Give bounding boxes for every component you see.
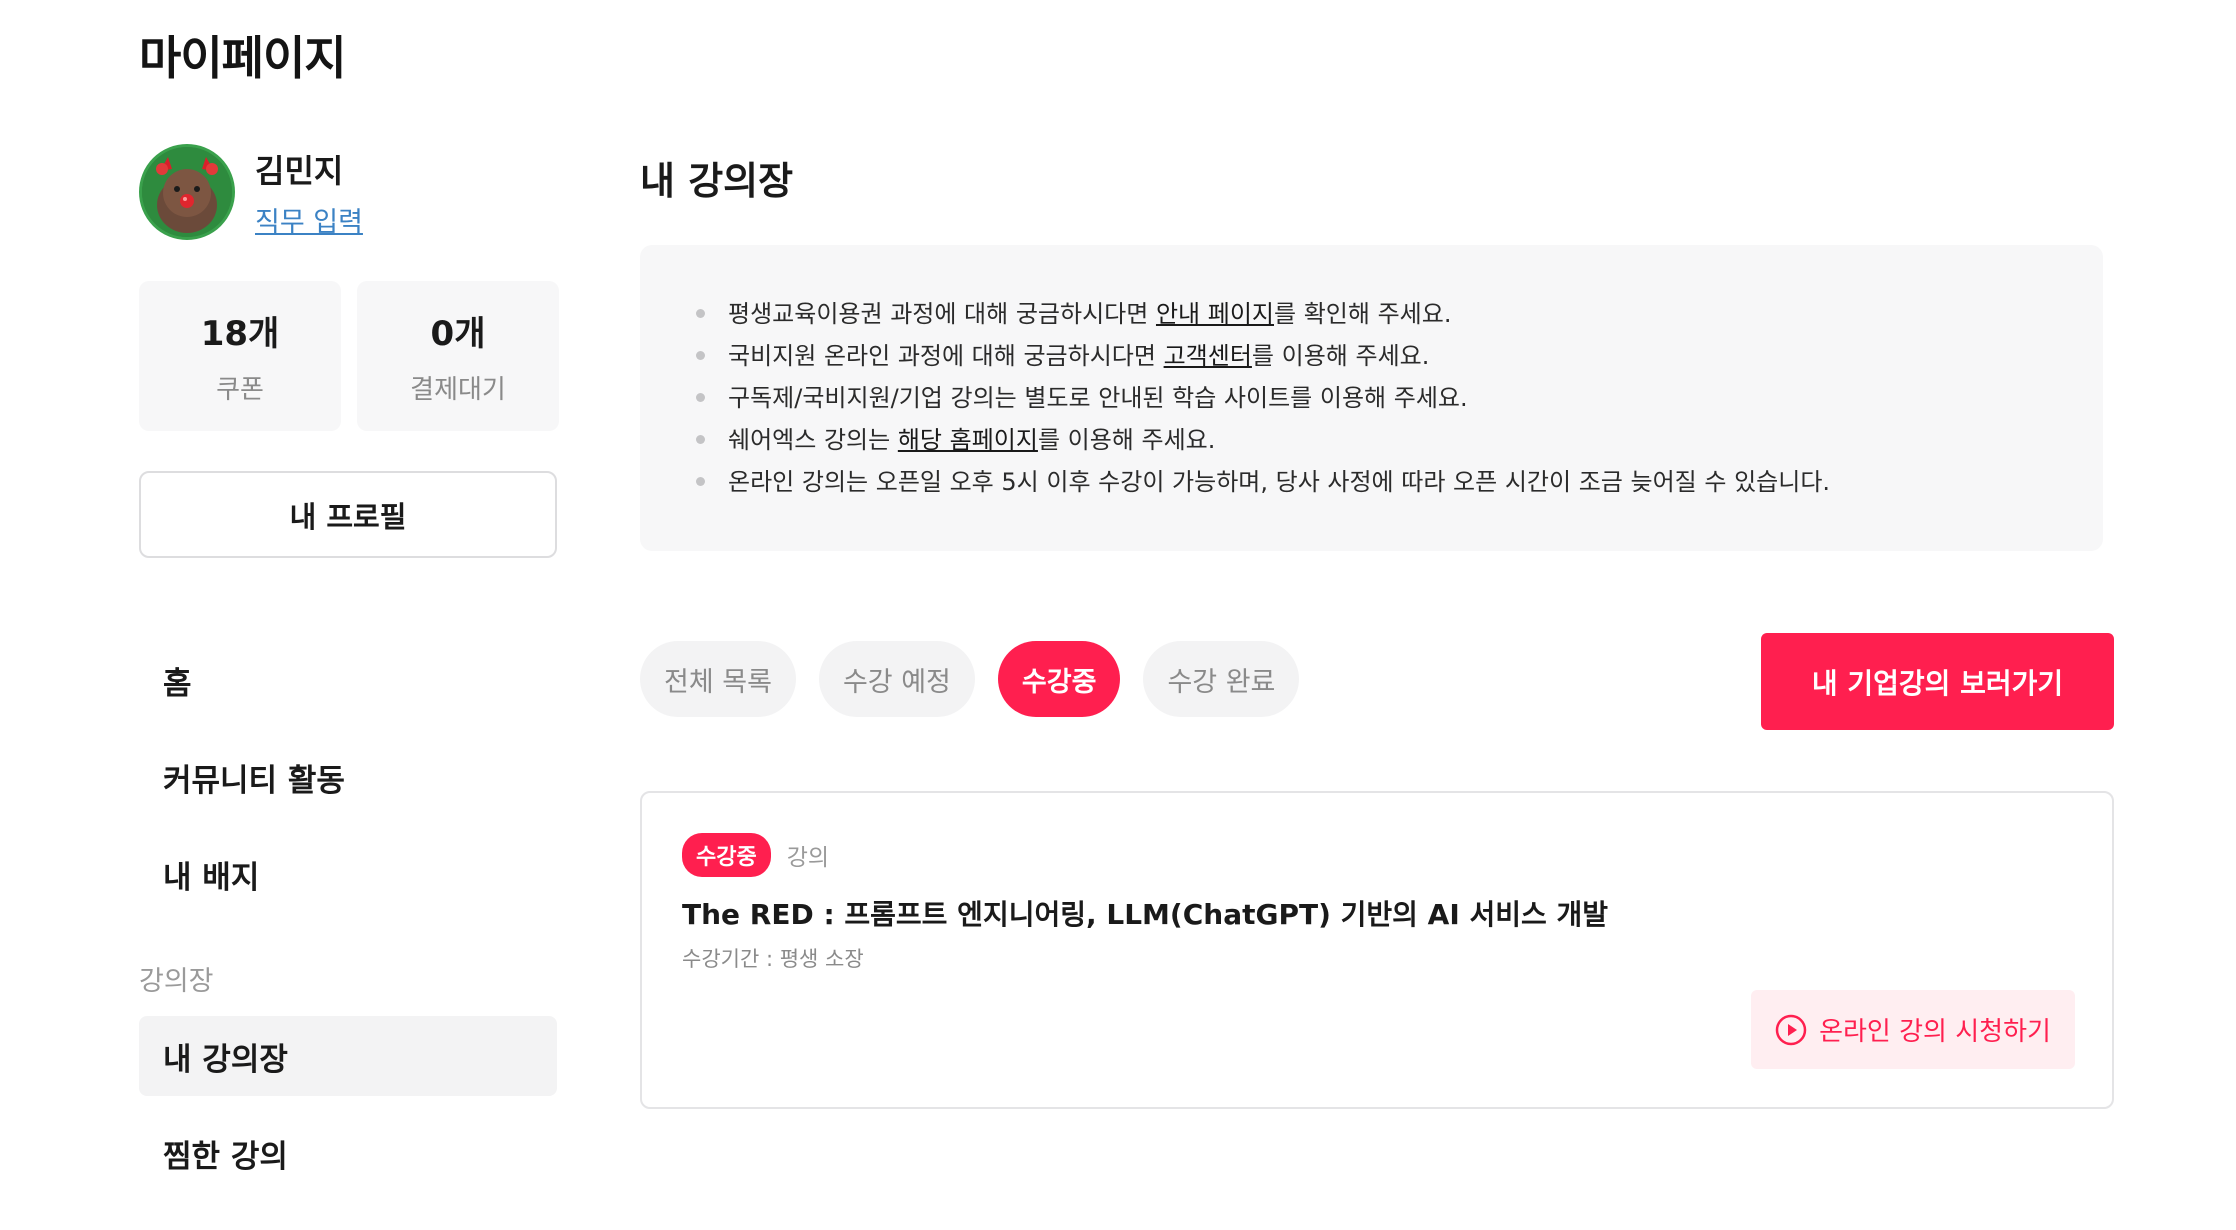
page-title: 마이페이지 [139, 31, 347, 85]
notice-item: 구독제/국비지원/기업 강의는 별도로 안내된 학습 사이트를 이용해 주세요. [692, 377, 2103, 419]
watch-online-label: 온라인 강의 시청하기 [1819, 1017, 2051, 1047]
filter-upcoming[interactable]: 수강 예정 [818, 641, 975, 717]
sidebar-section-title: 강의장 [139, 966, 214, 997]
coupon-stat[interactable]: 18개 쿠폰 [139, 281, 341, 431]
notice-item: 국비지원 온라인 과정에 대해 궁금하시다면 고객센터를 이용해 주세요. [692, 335, 2103, 377]
course-title[interactable]: The RED : 프롬프트 엔지니어링, LLM(ChatGPT) 기반의 A… [682, 893, 1608, 933]
sidebar-item-community[interactable]: 커뮤니티 활동 [139, 737, 557, 817]
profile-summary: 김민지 직무 입력 [139, 144, 363, 240]
course-type-label: 강의 [786, 845, 830, 871]
sidebar-item-home[interactable]: 홈 [139, 640, 557, 720]
pending-payment-count: 0개 [430, 314, 486, 354]
watch-online-button[interactable]: 온라인 강의 시청하기 [1751, 990, 2075, 1069]
filter-all[interactable]: 전체 목록 [640, 641, 796, 717]
filter-completed[interactable]: 수강 완료 [1143, 641, 1300, 717]
pending-payment-label: 결제대기 [410, 375, 506, 405]
avatar[interactable] [139, 144, 235, 240]
corporate-courses-button[interactable]: 내 기업강의 보러가기 [1761, 633, 2114, 730]
notice-item: 온라인 강의는 오픈일 오후 5시 이후 수강이 가능하며, 당사 사정에 따라… [692, 461, 2103, 503]
sidebar-item-badges[interactable]: 내 배지 [139, 834, 557, 914]
notice-box: 평생교육이용권 과정에 대해 궁금하시다면 안내 페이지를 확인해 주세요. 국… [640, 245, 2103, 551]
profile-name: 김민지 [255, 151, 344, 190]
course-period: 수강기간 : 평생 소장 [682, 947, 864, 971]
sidebar-item-my-classroom[interactable]: 내 강의장 [139, 1016, 557, 1096]
coupon-count: 18개 [200, 314, 280, 354]
customer-center-link[interactable]: 고객센터 [1164, 342, 1252, 370]
filter-in-progress[interactable]: 수강중 [997, 641, 1121, 717]
notice-item: 쉐어엑스 강의는 해당 홈페이지를 이용해 주세요. [692, 419, 2103, 461]
coupon-label: 쿠폰 [216, 375, 264, 405]
homepage-link[interactable]: 해당 홈페이지 [898, 426, 1038, 454]
course-filter-tabs: 전체 목록 수강 예정 수강중 수강 완료 [640, 641, 1300, 717]
status-badge: 수강중 [682, 833, 771, 877]
section-title: 내 강의장 [640, 159, 794, 203]
sidebar-nav: 홈 커뮤니티 활동 내 배지 강의장 내 강의장 찜한 강의 [139, 640, 557, 1210]
job-input-link[interactable]: 직무 입력 [255, 200, 363, 239]
course-card[interactable]: 수강중 강의 The RED : 프롬프트 엔지니어링, LLM(ChatGPT… [640, 791, 2114, 1109]
guide-page-link[interactable]: 안내 페이지 [1156, 300, 1274, 328]
pending-payment-stat[interactable]: 0개 결제대기 [357, 281, 559, 431]
play-circle-icon [1775, 1014, 1807, 1046]
sidebar-item-wishlist[interactable]: 찜한 강의 [139, 1113, 557, 1193]
notice-item: 평생교육이용권 과정에 대해 궁금하시다면 안내 페이지를 확인해 주세요. [692, 293, 2103, 335]
stats-panel: 18개 쿠폰 0개 결제대기 [139, 281, 559, 431]
my-profile-button[interactable]: 내 프로필 [139, 471, 557, 558]
reindeer-avatar-icon [142, 147, 232, 237]
